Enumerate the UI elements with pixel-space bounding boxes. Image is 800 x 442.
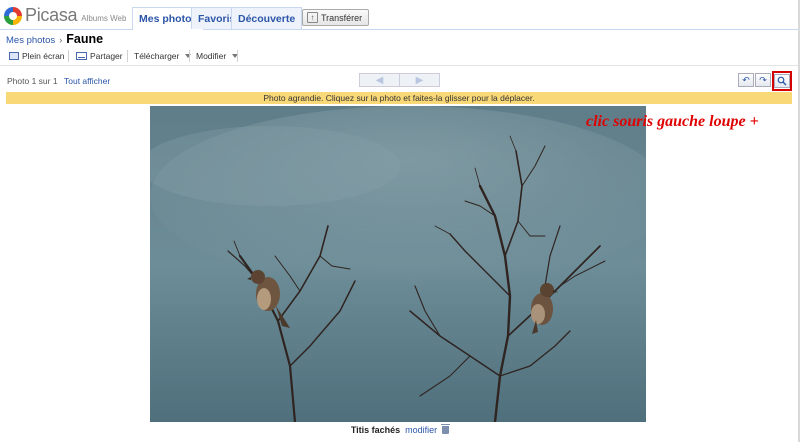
fullscreen-button[interactable]: Plein écran [9,48,65,64]
edit-caption-link[interactable]: modifier [405,425,437,435]
zoom-button[interactable] [772,71,792,91]
photo-pager: ◀ ▶ [359,73,440,87]
tutorial-annotation: clic souris gauche loupe + [586,113,759,130]
fullscreen-label: Plein écran [22,51,65,61]
toolbar-divider [189,50,190,62]
picasa-logo-icon [4,6,22,25]
upload-label: Transférer [321,12,363,23]
toolbar-divider [127,50,128,62]
rotate-left-icon: ↶ [742,75,750,85]
arrow-left-icon: ◀ [375,74,384,86]
breadcrumb: Mes photos › Faune [6,32,103,46]
breadcrumb-separator: › [59,35,63,46]
toolbar-divider [68,50,69,62]
arrow-right-icon: ▶ [415,74,424,86]
caption-title: Titis fachés [350,425,401,435]
info-banner: Photo agrandie. Cliquez sur la photo et … [6,92,792,104]
rotate-left-button[interactable]: ↶ [738,73,754,87]
fullscreen-icon [9,52,19,60]
trash-icon[interactable] [441,424,451,434]
modify-label: Modifier [196,51,227,61]
photo-count: Photo 1 sur 1 [7,76,58,86]
toolbar-divider [237,50,238,62]
share-label: Partager [90,51,123,61]
picasa-logo[interactable]: Picasa Albums Web [4,5,126,26]
previous-photo-button[interactable]: ◀ [359,73,400,87]
envelope-icon [76,52,87,60]
breadcrumb-root-link[interactable]: Mes photos [6,35,55,46]
rotate-right-icon: ↷ [759,75,767,85]
modify-menu[interactable]: Modifier [196,48,239,64]
rotate-right-button[interactable]: ↷ [755,73,771,87]
download-label: Télécharger [134,51,180,61]
share-button[interactable]: Partager [76,48,123,64]
logo-subtitle: Albums Web [81,14,127,23]
upload-button[interactable]: ↑ Transférer [302,9,370,26]
tab-decouverte[interactable]: Découverte [231,7,303,29]
show-all-link[interactable]: Tout afficher [64,76,110,86]
magnifier-icon [774,74,790,88]
main-photo[interactable] [150,106,646,422]
download-menu[interactable]: Télécharger [134,48,192,64]
page-title: Faune [66,32,104,46]
upload-icon: ↑ [307,12,318,23]
logo-text: Picasa [25,5,78,25]
next-photo-button[interactable]: ▶ [400,73,440,87]
photo-caption: Titis fachés modifier [0,424,800,435]
